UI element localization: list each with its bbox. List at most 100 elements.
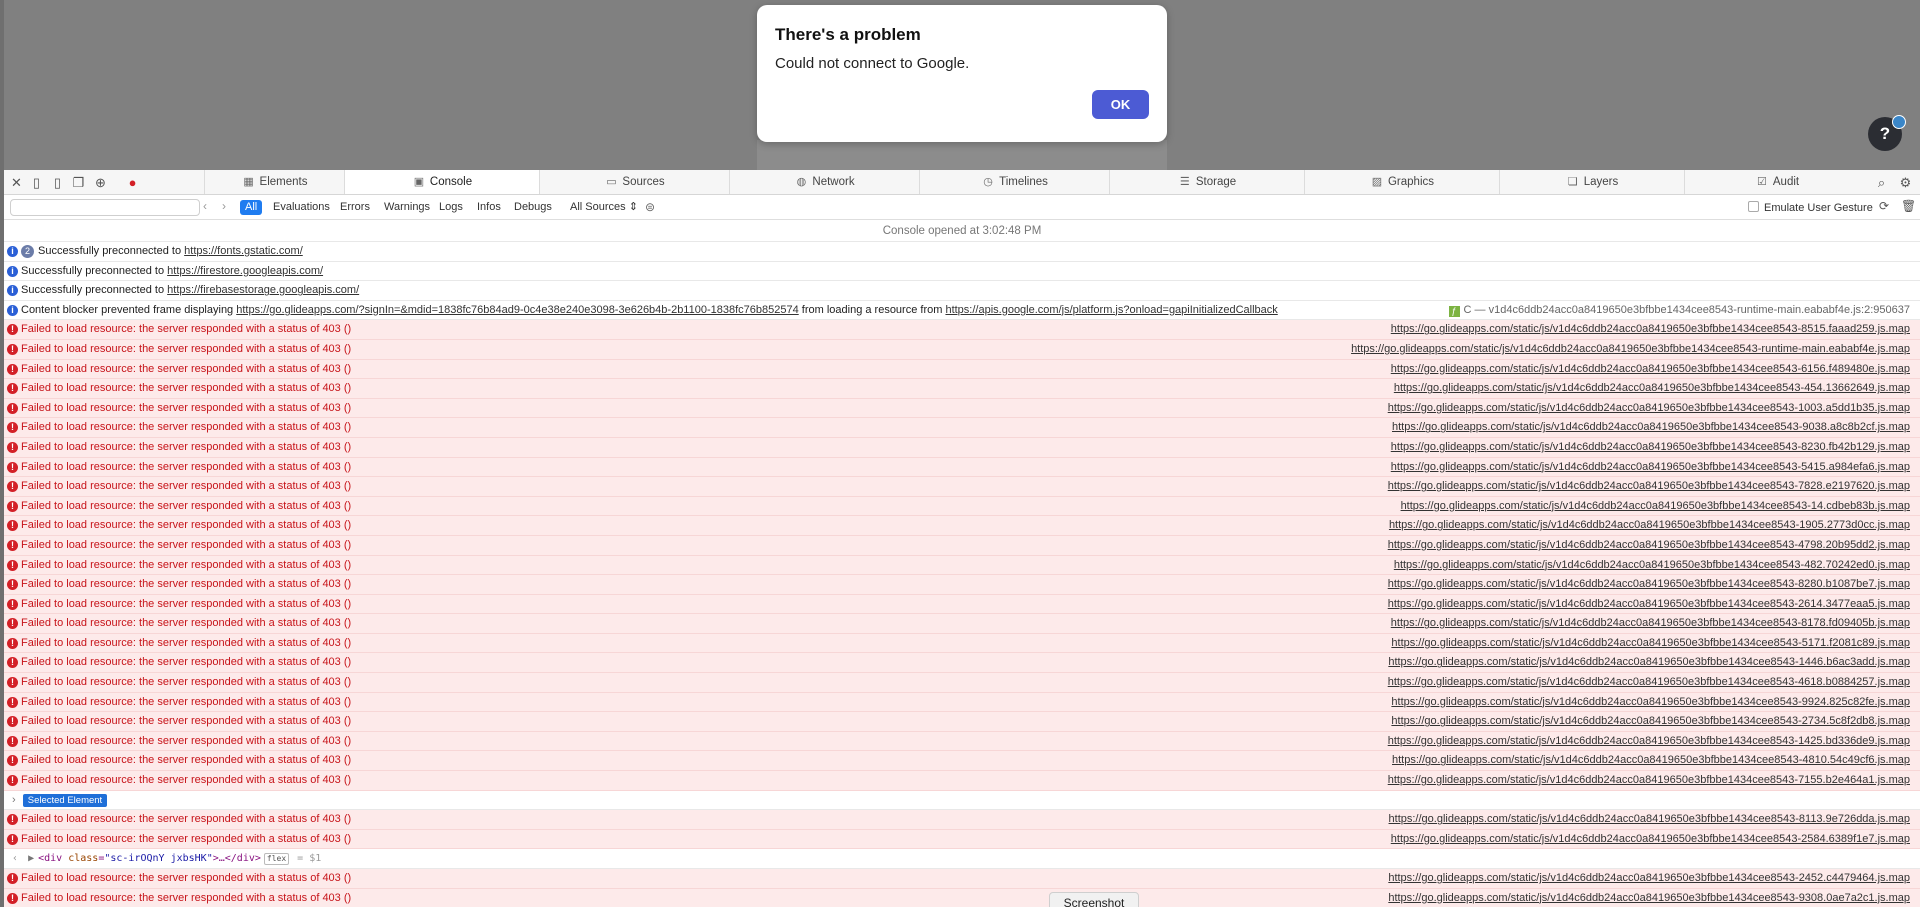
error-icon: ! — [7, 324, 18, 336]
content-blocker-message: i Content blocker prevented frame displa… — [4, 301, 1920, 321]
error-source-link[interactable]: https://go.glideapps.com/static/js/v1d4c… — [1392, 751, 1910, 770]
error-icon: ! — [7, 696, 18, 708]
gear-icon[interactable]: ⚙ — [1897, 174, 1914, 191]
error-icon: ! — [7, 539, 18, 551]
error-icon: ! — [7, 579, 18, 591]
error-source-link[interactable]: https://go.glideapps.com/static/js/v1d4c… — [1389, 810, 1910, 829]
error-row: ! Failed to load resource: the server res… — [4, 692, 1920, 713]
error-source-link[interactable]: https://go.glideapps.com/static/js/v1d4c… — [1391, 712, 1910, 731]
previous-arrow-icon[interactable]: ‹ — [203, 199, 207, 213]
error-source-link[interactable]: https://go.glideapps.com/static/js/v1d4c… — [1391, 438, 1910, 457]
grouping-icon[interactable]: ⊜ — [640, 200, 660, 215]
error-text: Failed to load resource: the server resp… — [21, 656, 352, 669]
search-icon[interactable]: ⌕ — [1873, 174, 1890, 191]
network-icon: ◍ — [796, 176, 807, 188]
resource-link[interactable]: https://apis.google.com/js/platform.js?o… — [945, 304, 1277, 316]
error-row: ! Failed to load resource: the server res… — [4, 359, 1920, 380]
page-card-behind — [757, 140, 1167, 170]
tab-storage[interactable]: ☰ Storage — [1109, 170, 1304, 194]
error-source-link[interactable]: https://go.glideapps.com/static/js/v1d4c… — [1394, 379, 1910, 398]
sources-select[interactable]: All Sources ⇕ — [565, 200, 643, 215]
error-source-link[interactable]: https://go.glideapps.com/static/js/v1d4c… — [1388, 575, 1910, 594]
tab-sources[interactable]: ▭ Sources — [539, 170, 729, 194]
error-icon: ! — [7, 775, 18, 787]
console-filter-bar: ⌕ ‹ › All Evaluations Errors Warnings Lo… — [4, 195, 1920, 220]
error-icon: ! — [7, 383, 18, 395]
info-icon: i — [7, 265, 18, 277]
error-source-link[interactable]: https://go.glideapps.com/static/js/v1d4c… — [1388, 869, 1910, 888]
dock-right-icon[interactable]: ▯ — [49, 174, 66, 191]
message-source[interactable]: ƒC — v1d4c6ddb24acc0a8419650e3bfbbe1434c… — [1448, 301, 1910, 320]
filter-warnings[interactable]: Warnings — [379, 200, 435, 215]
error-source-link[interactable]: https://go.glideapps.com/static/js/v1d4c… — [1388, 732, 1910, 751]
flex-badge: flex — [263, 853, 290, 866]
next-arrow-icon[interactable]: › — [222, 199, 226, 213]
filter-errors[interactable]: Errors — [335, 200, 375, 215]
error-source-link[interactable]: https://go.glideapps.com/static/js/v1d4c… — [1351, 340, 1910, 359]
error-source-link[interactable]: https://go.glideapps.com/static/js/v1d4c… — [1391, 614, 1910, 633]
console-opened-time: Console opened at 3:02:48 PM — [4, 220, 1920, 242]
error-text: Failed to load resource: the server resp… — [21, 617, 352, 630]
dom-node-row[interactable]: ‹ ▶ <div class="sc-irOQnY jxbsHK">…</div>… — [4, 849, 1920, 869]
filter-debugs[interactable]: Debugs — [509, 200, 557, 215]
selected-element-row[interactable]: › Selected Element — [4, 791, 1920, 811]
error-source-link[interactable]: https://go.glideapps.com/static/js/v1d4c… — [1388, 536, 1910, 555]
preconnect-link[interactable]: https://firebasestorage.googleapis.com/ — [167, 284, 359, 296]
tab-timelines[interactable]: ◷ Timelines — [919, 170, 1109, 194]
close-icon[interactable]: ✕ — [8, 174, 25, 191]
filter-logs[interactable]: Logs — [434, 200, 468, 215]
error-source-link[interactable]: https://go.glideapps.com/static/js/v1d4c… — [1388, 595, 1910, 614]
error-source-link[interactable]: https://go.glideapps.com/static/js/v1d4c… — [1391, 693, 1910, 712]
error-source-link[interactable]: https://go.glideapps.com/static/js/v1d4c… — [1388, 399, 1910, 418]
preserve-log-icon[interactable]: ⟳ — [1879, 199, 1889, 213]
tab-graphics[interactable]: ▨ Graphics — [1304, 170, 1499, 194]
preconnect-link[interactable]: https://fonts.gstatic.com/ — [184, 245, 303, 257]
checkbox[interactable] — [1748, 201, 1759, 212]
error-text: Failed to load resource: the server resp… — [21, 519, 352, 532]
error-count-icon[interactable]: ● — [124, 174, 141, 191]
disclosure-triangle-icon[interactable]: ▶ — [28, 853, 34, 864]
error-source-link[interactable]: https://go.glideapps.com/static/js/v1d4c… — [1388, 477, 1910, 496]
error-source-link[interactable]: https://go.glideapps.com/static/js/v1d4c… — [1388, 889, 1910, 907]
error-source-link[interactable]: https://go.glideapps.com/static/js/v1d4c… — [1388, 771, 1910, 790]
frame-link[interactable]: https://go.glideapps.com/?signIn=&mdid=1… — [236, 304, 798, 316]
error-source-link[interactable]: https://go.glideapps.com/static/js/v1d4c… — [1391, 634, 1910, 653]
trash-icon[interactable]: 🗑 — [1901, 199, 1916, 213]
error-text: Failed to load resource: the server resp… — [21, 754, 352, 767]
filter-all[interactable]: All — [240, 200, 263, 215]
filter-evaluations[interactable]: Evaluations — [268, 200, 335, 215]
error-source-link[interactable]: https://go.glideapps.com/static/js/v1d4c… — [1389, 516, 1910, 535]
undock-icon[interactable]: ❐ — [70, 174, 87, 191]
filter-infos[interactable]: Infos — [472, 200, 506, 215]
console-filter-input[interactable] — [10, 199, 200, 216]
error-group-b: ! Failed to load resource: the server res… — [4, 810, 1920, 850]
element-picker-icon[interactable]: ⊕ — [92, 174, 109, 191]
error-source-link[interactable]: https://go.glideapps.com/static/js/v1d4c… — [1388, 653, 1910, 672]
error-source-link[interactable]: https://go.glideapps.com/static/js/v1d4c… — [1391, 360, 1910, 379]
error-source-link[interactable]: https://go.glideapps.com/static/js/v1d4c… — [1392, 418, 1910, 437]
error-source-link[interactable]: https://go.glideapps.com/static/js/v1d4c… — [1394, 556, 1910, 575]
tab-console[interactable]: ▣ Console — [344, 170, 539, 194]
error-source-link[interactable]: https://go.glideapps.com/static/js/v1d4c… — [1388, 673, 1910, 692]
tab-elements[interactable]: ▦ Elements — [204, 170, 344, 194]
tab-network[interactable]: ◍ Network — [729, 170, 919, 194]
tab-layers[interactable]: ❏ Layers — [1499, 170, 1684, 194]
error-icon: ! — [7, 892, 18, 904]
error-text: Failed to load resource: the server resp… — [21, 676, 352, 689]
emulate-user-gesture-toggle[interactable]: Emulate User Gesture — [1748, 201, 1873, 214]
error-source-link[interactable]: https://go.glideapps.com/static/js/v1d4c… — [1401, 497, 1910, 516]
error-row: ! Failed to load resource: the server res… — [4, 496, 1920, 517]
error-source-link[interactable]: https://go.glideapps.com/static/js/v1d4c… — [1391, 830, 1910, 849]
disclosure-triangle-icon[interactable]: › — [12, 794, 16, 806]
console-icon: ▣ — [413, 176, 425, 188]
error-icon: ! — [7, 343, 18, 355]
preconnect-link[interactable]: https://firestore.googleapis.com/ — [167, 265, 323, 277]
ok-button[interactable]: OK — [1092, 90, 1149, 119]
screenshot-tooltip: Screenshot — [1049, 892, 1139, 907]
tab-audit[interactable]: ☑ Audit — [1684, 170, 1869, 194]
graphics-icon: ▨ — [1371, 176, 1383, 188]
dock-left-icon[interactable]: ▯ — [28, 174, 45, 191]
error-source-link[interactable]: https://go.glideapps.com/static/js/v1d4c… — [1391, 458, 1910, 477]
error-source-link[interactable]: https://go.glideapps.com/static/js/v1d4c… — [1391, 320, 1910, 339]
error-row: ! Failed to load resource: the server res… — [4, 320, 1920, 340]
